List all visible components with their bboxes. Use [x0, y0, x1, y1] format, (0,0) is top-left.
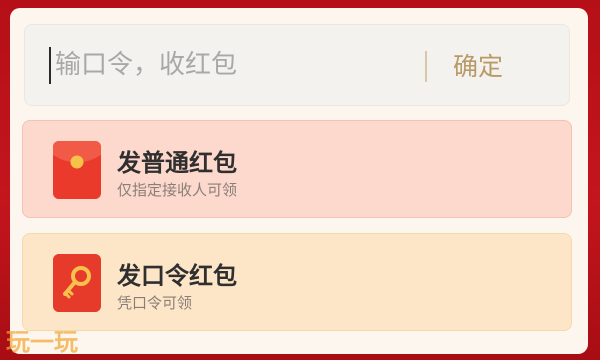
red-envelope-icon — [53, 141, 101, 199]
confirm-button[interactable]: 确定 — [453, 47, 543, 87]
input-divider — [425, 51, 427, 82]
normal-red-packet-option[interactable]: 发普通红包 仅指定接收人可领 — [22, 120, 572, 218]
text-caret — [49, 47, 51, 84]
normal-option-title: 发普通红包 — [117, 149, 237, 177]
normal-option-subtitle: 仅指定接收人可领 — [117, 181, 238, 199]
watermark: 玩一玩 — [6, 328, 78, 356]
command-option-title: 发口令红包 — [117, 262, 237, 290]
command-option-subtitle: 凭口令可领 — [117, 294, 193, 312]
command-input[interactable] — [55, 42, 435, 88]
key-icon — [53, 254, 101, 312]
command-red-packet-option[interactable]: 发口令红包 凭口令可领 — [22, 233, 572, 331]
command-bar: 确定 — [24, 24, 570, 106]
